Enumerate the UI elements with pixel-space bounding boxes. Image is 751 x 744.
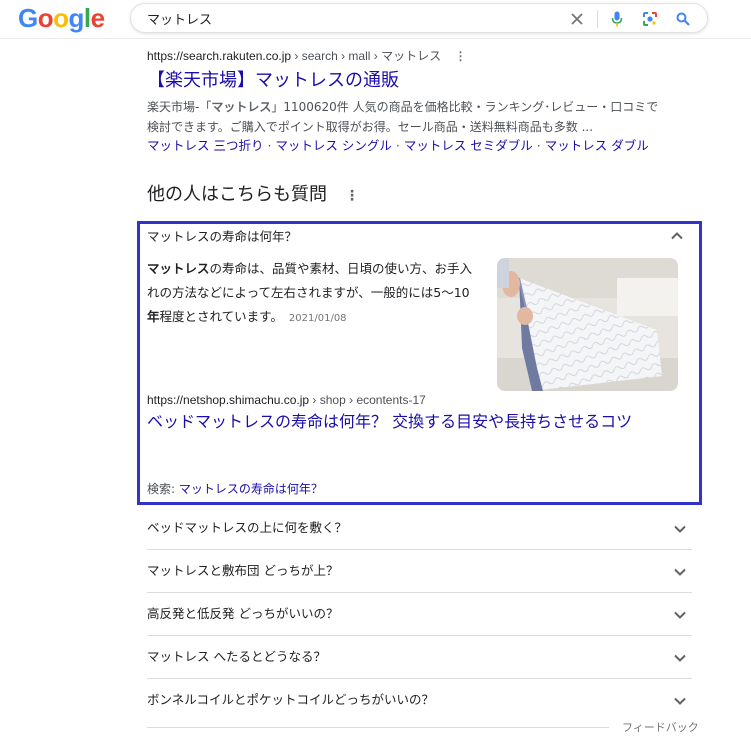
sitelink-separator: ·	[532, 138, 545, 153]
source-host: https://netshop.shimachu.co.jp	[147, 393, 310, 407]
question-text: 高反発と低反発 どっちがいいの？	[147, 606, 339, 621]
search-icon[interactable]	[673, 9, 693, 29]
people-also-ask-title: 他の人はこちらも質問	[147, 184, 327, 205]
google-logo[interactable]: Google	[18, 3, 105, 34]
search-for-question: 検索: マットレスの寿命は何年？	[147, 480, 323, 498]
paa-question[interactable]: マットレス へたるとどうなる？	[147, 637, 692, 679]
logo-letter: G	[18, 3, 38, 33]
chevron-down-icon[interactable]	[672, 693, 688, 709]
sitelink[interactable]: マットレス ダブル	[545, 138, 649, 153]
answer-source-url[interactable]: https://netshop.shimachu.co.jp › shop › …	[147, 393, 426, 407]
mattress-image[interactable]	[497, 258, 678, 391]
answer-body: 程度とされています。	[159, 309, 283, 324]
result-snippet: 楽天市場-「マットレス」1100620件 人気の商品を価格比較・ランキング･レビ…	[147, 97, 667, 137]
snippet-bold: マットレス	[211, 100, 272, 114]
snippet-text: 楽天市場-「	[147, 100, 212, 114]
feedback-link[interactable]: フィードバック	[622, 719, 699, 735]
paa-question[interactable]: マットレスと敷布団 どっちが上？	[147, 551, 692, 593]
logo-letter: o	[37, 3, 54, 33]
sitelink-separator: ·	[391, 138, 404, 153]
paa-more-icon[interactable]: ⋮	[345, 188, 359, 204]
question-text: マットレスと敷布団 どっちが上？	[147, 563, 339, 578]
result-host: https://search.rakuten.co.jp	[147, 49, 292, 63]
search-label: 検索:	[147, 482, 179, 496]
camera-lens-icon[interactable]	[640, 9, 660, 29]
top-bar: Google	[0, 0, 751, 39]
logo-letter: g	[68, 3, 85, 33]
paa-question[interactable]: 高反発と低反発 どっちがいいの？	[147, 594, 692, 636]
sitelink[interactable]: マットレス 三つ折り	[147, 138, 263, 153]
answer-text: マットレスの寿命は、品質や素材、日頃の使い方、お手入れの方法などによって左右され…	[147, 257, 477, 331]
search-result: https://search.rakuten.co.jp › search › …	[147, 48, 667, 155]
result-title[interactable]: 【楽天市場】マットレスの通販	[147, 69, 667, 93]
answer-source-title[interactable]: ベッドマットレスの寿命は何年？ 交換する目安や長持ちさせるコツ	[147, 411, 647, 433]
question-text: ベッドマットレスの上に何を敷く？	[147, 520, 348, 535]
paa-question[interactable]: ボンネルコイルとポケットコイルどっちがいいの？	[147, 680, 692, 722]
chevron-down-icon[interactable]	[672, 650, 688, 666]
question-text: マットレス へたるとどうなる？	[147, 649, 326, 664]
clear-icon[interactable]	[567, 9, 587, 29]
result-path: › search › mall › マットレス	[291, 49, 442, 63]
logo-letter: o	[53, 3, 69, 33]
question-text: ボンネルコイルとポケットコイルどっちがいいの？	[147, 692, 435, 707]
logo-letter: l	[83, 3, 91, 33]
microphone-icon[interactable]	[607, 9, 627, 29]
chevron-up-icon[interactable]	[669, 228, 685, 244]
sitelinks: マットレス 三つ折り · マットレス シングル · マットレス セミダブル · …	[147, 137, 667, 155]
sitelink-separator: ·	[263, 138, 276, 153]
source-path: › shop › econtents-17	[309, 393, 426, 407]
chevron-down-icon[interactable]	[672, 521, 688, 537]
search-question-link[interactable]: マットレスの寿命は何年？	[179, 482, 323, 496]
question-text: マットレスの寿命は何年？	[147, 229, 298, 244]
logo-letter: e	[90, 3, 105, 33]
answer-bold: マットレス	[147, 261, 210, 276]
sitelink[interactable]: マットレス シングル	[275, 138, 391, 153]
more-options-icon[interactable]: ⋮	[454, 48, 466, 64]
answer-bold: 年	[147, 309, 160, 324]
paa-question[interactable]: ベッドマットレスの上に何を敷く？	[147, 508, 692, 550]
answer-date: 2021/01/08	[288, 313, 347, 324]
search-input[interactable]	[147, 8, 547, 28]
chevron-down-icon[interactable]	[672, 607, 688, 623]
search-divider	[597, 10, 598, 28]
result-url[interactable]: https://search.rakuten.co.jp › search › …	[147, 48, 667, 64]
paa-question-expanded[interactable]: マットレスの寿命は何年？	[147, 226, 687, 248]
chevron-down-icon[interactable]	[672, 564, 688, 580]
feedback-divider	[147, 727, 609, 728]
sitelink[interactable]: マットレス セミダブル	[404, 138, 533, 153]
search-box	[130, 3, 708, 33]
